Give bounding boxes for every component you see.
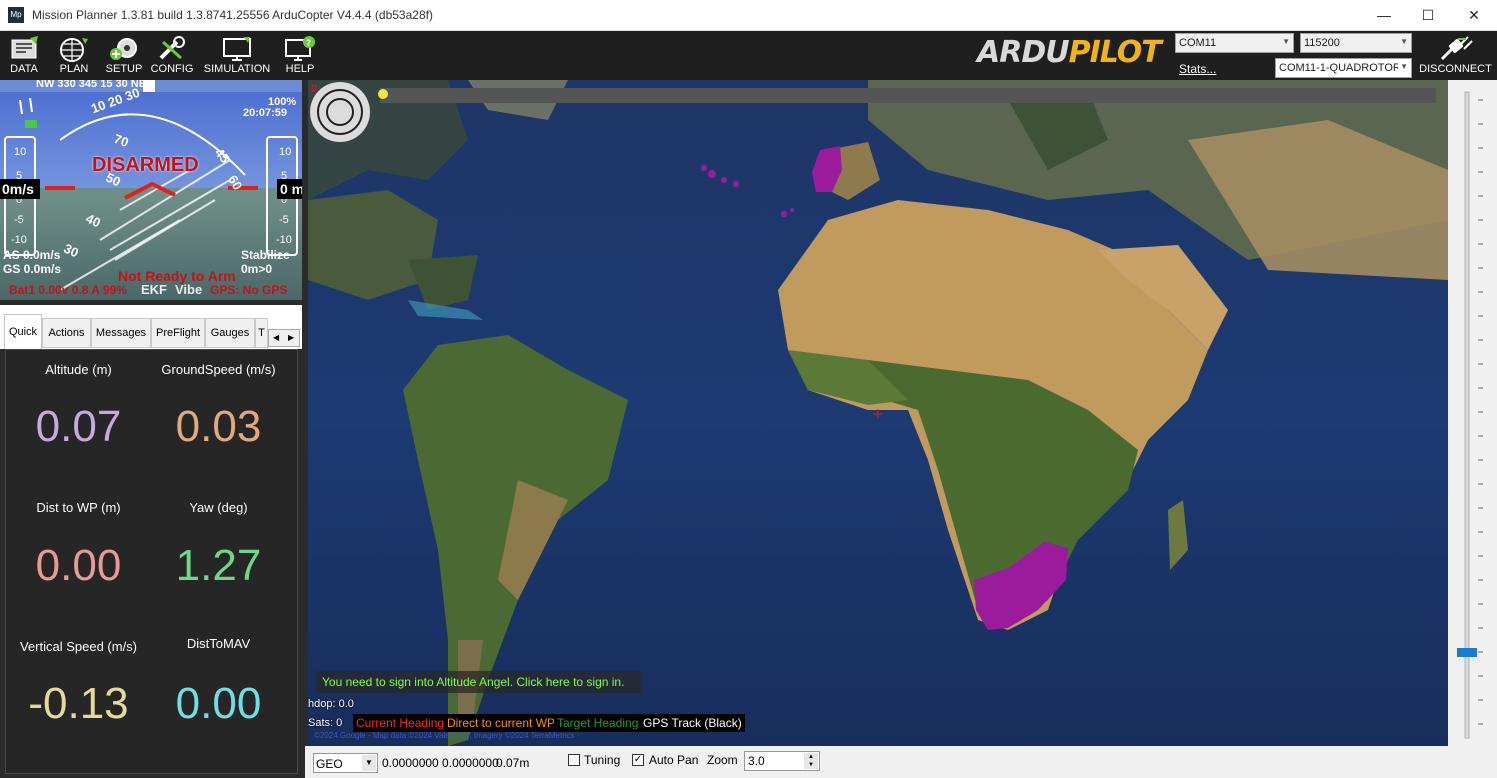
legend-target-heading: Target Heading bbox=[554, 714, 642, 732]
vibe-status[interactable]: Vibe bbox=[175, 282, 202, 297]
zoom-slider-thumb[interactable] bbox=[1457, 648, 1477, 657]
tab-quick[interactable]: Quick bbox=[4, 314, 42, 349]
map-copyright: ©2024 Google - Map data ©2024 Vale Atlas… bbox=[314, 731, 575, 740]
menu-setup-button[interactable]: SETUP bbox=[102, 31, 146, 80]
stats-link[interactable]: Stats... bbox=[1179, 62, 1216, 76]
tab-actions[interactable]: Actions bbox=[42, 318, 91, 348]
zoom-slider-track[interactable] bbox=[1448, 80, 1497, 746]
chevron-down-icon: ▼ bbox=[1282, 37, 1290, 46]
legend-gps-track: GPS Track (Black) bbox=[640, 714, 745, 732]
config-icon bbox=[159, 36, 185, 60]
legend-direct-wp: Direct to current WP bbox=[444, 714, 559, 732]
tab-preflight[interactable]: PreFlight bbox=[151, 318, 205, 348]
quick-value-dist-to-mav: 0.00 bbox=[175, 679, 262, 728]
menu-help-button[interactable]: ? HELP bbox=[280, 31, 320, 80]
speed-readout: 0m/s bbox=[0, 179, 40, 199]
menu-help-label: HELP bbox=[285, 63, 315, 75]
app-icon: Mp bbox=[8, 7, 24, 23]
tab-messages[interactable]: Messages bbox=[91, 318, 151, 348]
autopan-checkbox[interactable]: ✓ bbox=[632, 754, 644, 766]
menu-simulation-label: SIMULATION bbox=[203, 63, 271, 75]
quick-label-groundspeed: GroundSpeed (m/s) bbox=[161, 362, 276, 377]
menu-config-label: CONFIG bbox=[150, 63, 194, 75]
zoom-input[interactable]: 3.0 ▲ ▼ bbox=[744, 751, 820, 771]
spinner-icon[interactable]: ▲ ▼ bbox=[804, 753, 818, 769]
sats-text: Sats: 0 bbox=[308, 717, 343, 729]
legend-current-heading: Current Heading bbox=[353, 714, 448, 732]
disconnect-button[interactable]: DISCONNECT bbox=[1418, 33, 1493, 78]
menu-data-label: DATA bbox=[10, 63, 38, 75]
gps-status: GPS: No GPS bbox=[210, 283, 288, 297]
menu-setup-label: SETUP bbox=[105, 63, 143, 75]
chevron-down-icon: ▼ bbox=[1400, 37, 1408, 46]
hud-display: NW 330 345 15 30 NE 100% 20:07:59 10 20 … bbox=[0, 80, 302, 300]
simulation-icon bbox=[223, 37, 251, 61]
status-bar: GEO ▼ 0.0000000 0.0000000 0.07m Tuning ✓… bbox=[305, 746, 1497, 778]
map-counter: 0 bbox=[311, 83, 317, 95]
coord-system-select[interactable]: GEO ▼ bbox=[313, 753, 378, 773]
minimize-button[interactable]: — bbox=[1361, 0, 1407, 31]
coordinates-text: 0.0000000 0.0000000 bbox=[382, 756, 499, 770]
quick-panel: Altitude (m) 0.07 GroundSpeed (m/s) 0.03… bbox=[5, 349, 298, 774]
quick-value-yaw: 1.27 bbox=[175, 541, 262, 590]
tab-gauges[interactable]: Gauges bbox=[205, 318, 255, 348]
quick-value-groundspeed: 0.03 bbox=[175, 402, 262, 451]
quick-label-yaw: Yaw (deg) bbox=[189, 500, 248, 515]
tab-scroll-buttons[interactable]: ◀ ▶ bbox=[268, 329, 300, 347]
window-title: Mission Planner 1.3.81 build 1.3.8741.25… bbox=[32, 8, 433, 22]
close-button[interactable]: ✕ bbox=[1451, 0, 1497, 31]
chevron-right-icon[interactable]: ▶ bbox=[288, 330, 294, 346]
tuning-checkbox[interactable] bbox=[568, 754, 580, 766]
altitude-readout: 0 m bbox=[277, 179, 302, 199]
zoom-sidebar bbox=[1448, 80, 1497, 746]
ardupilot-logo: ARDUPILOT bbox=[977, 35, 1162, 70]
hud-time: 20:07:59 bbox=[243, 107, 288, 119]
menu-data-button[interactable]: DATA bbox=[4, 31, 44, 80]
maximize-button[interactable]: ☐ bbox=[1405, 0, 1451, 31]
plan-icon bbox=[60, 38, 88, 62]
flight-mode: Stabilize bbox=[241, 248, 290, 262]
tab-strip: Quick Actions Messages PreFlight Gauges … bbox=[0, 305, 302, 349]
setup-icon bbox=[110, 38, 137, 60]
map-view[interactable]: 0 hdop: 0.0 Sats: 0 ©2024 Google - Map d… bbox=[308, 80, 1448, 746]
airspeed-text: AS 0.0m/s bbox=[3, 248, 61, 262]
quick-value-dist-to-wp: 0.00 bbox=[35, 541, 122, 590]
tuning-label: Tuning bbox=[584, 753, 621, 767]
altitude-angel-banner[interactable]: You need to sign into Altitude Angel. Cl… bbox=[316, 671, 641, 693]
title-bar: Mp Mission Planner 1.3.81 build 1.3.8741… bbox=[0, 0, 1497, 31]
autopan-label: Auto Pan bbox=[649, 753, 699, 767]
data-icon bbox=[11, 36, 38, 59]
baud-select[interactable]: 115200 ▼ bbox=[1300, 33, 1412, 53]
vehicle-select[interactable]: COM11-1-QUADROTOR ▼ bbox=[1275, 58, 1412, 78]
armed-status: DISARMED bbox=[92, 154, 199, 176]
menu-plan-label: PLAN bbox=[59, 63, 89, 75]
quick-value-altitude: 0.07 bbox=[35, 402, 122, 451]
chevron-down-icon: ▼ bbox=[362, 755, 376, 771]
mode-subtext: 0m>0 bbox=[241, 262, 273, 276]
quick-label-dist-to-wp: Dist to WP (m) bbox=[36, 500, 121, 515]
altitude-text: 0.07m bbox=[496, 756, 530, 770]
battery-status: Bat1 0.00v 0.8 A 99% bbox=[9, 283, 127, 297]
quick-value-vertical-speed: -0.13 bbox=[28, 679, 129, 728]
ekf-status[interactable]: EKF bbox=[141, 282, 167, 297]
disconnect-label: DISCONNECT bbox=[1419, 63, 1492, 75]
quick-label-altitude: Altitude (m) bbox=[45, 362, 112, 377]
menu-simulation-button[interactable]: SIMULATION bbox=[202, 31, 272, 80]
menu-plan-button[interactable]: PLAN bbox=[54, 31, 94, 80]
help-icon: ? bbox=[285, 36, 315, 61]
hdop-text: hdop: 0.0 bbox=[308, 698, 354, 710]
chevron-left-icon[interactable]: ◀ bbox=[273, 330, 279, 346]
zoom-label: Zoom bbox=[707, 753, 738, 767]
chevron-down-icon: ▼ bbox=[1398, 62, 1408, 71]
satellite-map[interactable]: 0 bbox=[308, 80, 1448, 746]
groundspeed-text: GS 0.0m/s bbox=[3, 262, 62, 276]
menu-config-button[interactable]: CONFIG bbox=[150, 31, 194, 80]
port-select[interactable]: COM11 ▼ bbox=[1175, 33, 1294, 53]
main-menu: DATA PLAN SETUP CONFIG SIMULATION ? HELP… bbox=[0, 31, 1497, 80]
tab-more[interactable]: T bbox=[255, 318, 268, 348]
plug-icon bbox=[1440, 36, 1473, 61]
quick-label-vertical-speed: Vertical Speed (m/s) bbox=[19, 639, 138, 654]
quick-label-dist-to-mav: DistToMAV bbox=[186, 636, 251, 651]
svg-text:?: ? bbox=[306, 39, 311, 49]
